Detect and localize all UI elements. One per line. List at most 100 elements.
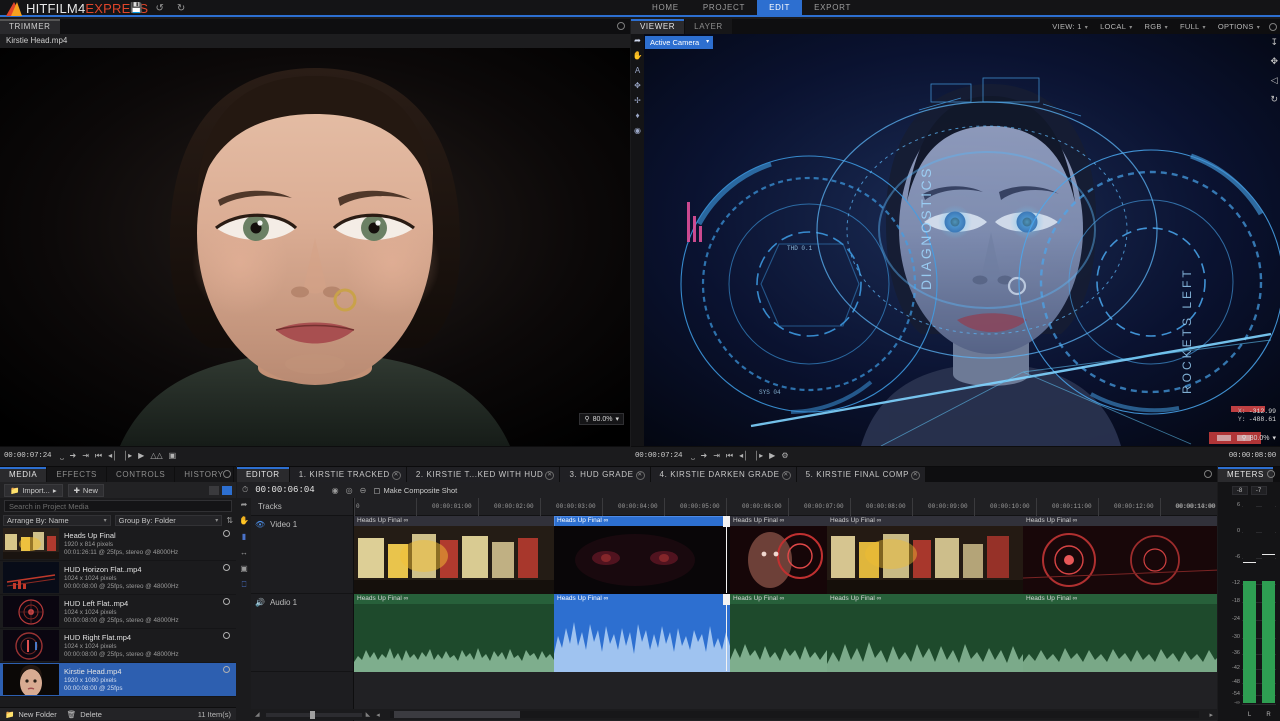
- tab-effects[interactable]: EFFECTS: [47, 467, 107, 482]
- zoom-in-icon[interactable]: ◣: [366, 711, 371, 718]
- playhead[interactable]: [723, 516, 730, 593]
- tab-viewer[interactable]: VIEWER: [631, 19, 686, 34]
- tab-trimmer[interactable]: TRIMMER: [0, 19, 61, 34]
- mark-out-icon[interactable]: ➜: [70, 452, 77, 460]
- slice-tool-icon[interactable]: ▮: [242, 532, 246, 541]
- text-tool-icon[interactable]: A: [635, 67, 640, 75]
- step-forward-icon[interactable]: │▸: [754, 452, 763, 460]
- jump-start-icon[interactable]: ⏮: [95, 452, 102, 460]
- coordinate-space-dropdown[interactable]: LOCAL ▾: [1095, 22, 1137, 31]
- audio-track-header[interactable]: 🔊 Audio 1: [251, 594, 353, 672]
- timeline-timecode[interactable]: 00:00:06:04: [255, 485, 314, 495]
- transform-tool-icon[interactable]: ✥: [634, 82, 641, 90]
- tab-comp-4[interactable]: 4. KIRSTIE DARKEN GRADE: [650, 467, 797, 482]
- remove-marker-icon[interactable]: ⊖: [360, 486, 367, 495]
- media-item-settings-icon[interactable]: [223, 632, 230, 639]
- arrange-by-dropdown[interactable]: Arrange By: Name: [3, 515, 111, 526]
- scroll-left-icon[interactable]: ◂: [376, 711, 380, 719]
- audio-track-row[interactable]: Heads Up Final ∞ Heads Up Final ∞ Heads …: [354, 594, 1217, 672]
- timeline-clip[interactable]: Heads Up Final ∞: [730, 516, 827, 594]
- video-track-row[interactable]: Heads Up Final ∞ Heads Up Final ∞ Heads …: [354, 516, 1217, 594]
- select-tool-icon[interactable]: ➦: [241, 500, 248, 509]
- quality-dropdown[interactable]: FULL ▾: [1175, 22, 1211, 31]
- mark-in-icon[interactable]: ⎵: [60, 452, 63, 460]
- step-forward-icon[interactable]: │▸: [123, 452, 132, 460]
- import-button[interactable]: 📁 Import... ▸: [4, 483, 63, 497]
- nav-project[interactable]: PROJECT: [691, 0, 757, 15]
- active-camera-dropdown[interactable]: Active Camera: [645, 36, 714, 49]
- refresh-icon[interactable]: ↻: [1270, 94, 1278, 105]
- timeline-audio-clip[interactable]: Heads Up Final ∞: [1023, 594, 1217, 672]
- list-item[interactable]: HUD Horizon Flat..mp4 1024 x 1024 pixels…: [0, 561, 236, 595]
- rate-stretch-icon[interactable]: ↔: [240, 548, 248, 557]
- zoom-out-icon[interactable]: ◢: [255, 711, 260, 718]
- play-icon[interactable]: ▶: [769, 452, 775, 460]
- trimmer-timecode[interactable]: 00:00:07:24: [4, 452, 52, 460]
- sort-order-icon[interactable]: ⇅: [226, 516, 233, 525]
- group-by-dropdown[interactable]: Group By: Folder: [114, 515, 223, 526]
- timeline-options-icon[interactable]: [1204, 470, 1212, 478]
- horizontal-scrollbar[interactable]: [389, 711, 1200, 718]
- make-composite-shot-button[interactable]: ▢ Make Composite Shot: [373, 486, 457, 495]
- hand-tool-icon[interactable]: ✋: [633, 52, 643, 60]
- fit-icon[interactable]: ↧: [1270, 37, 1278, 48]
- nav-export[interactable]: EXPORT: [802, 0, 863, 15]
- scrollbar-thumb[interactable]: [393, 711, 520, 718]
- list-item-selected[interactable]: Kirstie Head.mp4 1920 x 1080 pixels 00:0…: [0, 663, 236, 697]
- color-picker-tool-icon[interactable]: ◉: [634, 127, 641, 135]
- channel-dropdown[interactable]: RGB ▾: [1140, 22, 1173, 31]
- tab-layer[interactable]: LAYER: [685, 19, 733, 34]
- new-button[interactable]: ✚ New: [67, 483, 104, 497]
- hand-tool-icon[interactable]: ✋: [239, 516, 249, 525]
- tab-comp-2[interactable]: 2. KIRSTIE T...KED WITH HUD: [406, 467, 561, 482]
- insert-icon[interactable]: ⇥: [82, 452, 89, 460]
- move-tool-icon[interactable]: ✢: [634, 97, 641, 105]
- save-icon[interactable]: 💾: [130, 3, 142, 14]
- add-marker-icon[interactable]: ◎: [346, 486, 353, 495]
- overwrite-icon[interactable]: ▣: [169, 452, 177, 460]
- timeline-clip[interactable]: Heads Up Final ∞: [1023, 516, 1217, 594]
- media-item-list[interactable]: Heads Up Final 1920 x 814 pixels 00:01:2…: [0, 527, 236, 699]
- undo-icon[interactable]: ↺: [155, 3, 163, 14]
- step-back-icon[interactable]: ◂│: [108, 452, 117, 460]
- list-item[interactable]: HUD Left Flat..mp4 1024 x 1024 pixels 00…: [0, 595, 236, 629]
- viewer-timecode[interactable]: 00:00:07:24: [635, 452, 683, 460]
- viewer-zoom-control[interactable]: ⚲ 80.0% ▾: [1241, 434, 1276, 443]
- redo-icon[interactable]: ↻: [177, 3, 185, 14]
- timeline-zoom-slider[interactable]: [265, 710, 362, 719]
- select-tool-icon[interactable]: ➦: [634, 37, 641, 45]
- timeline-audio-clip[interactable]: Heads Up Final ∞: [354, 594, 554, 672]
- grid-icon[interactable]: ▣: [240, 564, 248, 573]
- media-item-settings-icon[interactable]: [223, 564, 230, 571]
- mark-out-icon[interactable]: ➜: [701, 452, 708, 460]
- tab-controls[interactable]: CONTROLS: [107, 467, 176, 482]
- step-back-icon[interactable]: ◂│: [739, 452, 748, 460]
- zoom-slider-handle[interactable]: [309, 710, 315, 719]
- list-view-icon[interactable]: [209, 485, 219, 495]
- tab-comp-5[interactable]: 5. KIRSTIE FINAL COMP: [796, 467, 927, 482]
- tab-comp-1[interactable]: 1. KIRSTIE TRACKED: [289, 467, 407, 482]
- detail-view-icon[interactable]: [222, 485, 232, 495]
- nav-home[interactable]: HOME: [640, 0, 691, 15]
- options-dropdown[interactable]: OPTIONS ▾: [1213, 22, 1265, 31]
- mask-pen-tool-icon[interactable]: ♦: [635, 112, 639, 120]
- timeline-clip-selected[interactable]: Heads Up Final ∞: [554, 516, 730, 594]
- play-icon[interactable]: ▶: [138, 452, 144, 460]
- nav-edit[interactable]: EDIT: [757, 0, 803, 15]
- view-count-dropdown[interactable]: VIEW: 1 ▾: [1047, 22, 1093, 31]
- media-item-settings-icon[interactable]: [223, 530, 230, 537]
- list-item[interactable]: HUD Right Flat.mp4 1024 x 1024 pixels 00…: [0, 629, 236, 663]
- viewer-stage[interactable]: DIAGNOSTICS ROCKETS LEFT THD 0.1 SYS 04: [631, 34, 1280, 446]
- meters-options-icon[interactable]: [1267, 470, 1275, 478]
- insert-icon[interactable]: ⇥: [713, 452, 720, 460]
- media-search-input[interactable]: Search in Project Media: [4, 500, 232, 512]
- timeline-audio-clip-selected[interactable]: Heads Up Final ∞: [554, 594, 730, 672]
- ripple-insert-icon[interactable]: △△: [150, 452, 162, 460]
- tab-editor[interactable]: EDITOR: [237, 467, 290, 482]
- timeline-audio-clip[interactable]: Heads Up Final ∞: [827, 594, 1023, 672]
- trimmer-options-icon[interactable]: [617, 22, 625, 30]
- trimmer-viewport[interactable]: ⚲ 80.0% ▾: [0, 48, 630, 446]
- viewer-settings-icon[interactable]: [1269, 22, 1277, 31]
- playhead[interactable]: [723, 594, 730, 671]
- viewer-settings-gear-icon[interactable]: ⚙: [781, 452, 788, 460]
